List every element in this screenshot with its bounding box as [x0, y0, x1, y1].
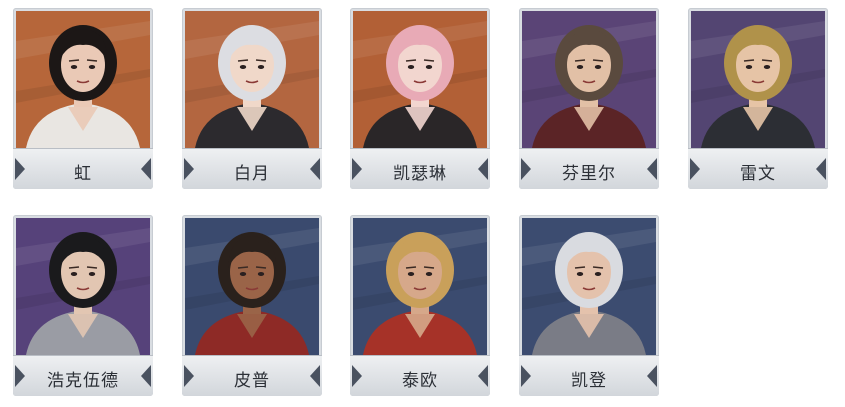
portrait-baiyue	[185, 11, 319, 148]
chevron-right-icon	[310, 158, 320, 180]
character-card-pip[interactable]: 皮普	[182, 215, 322, 396]
character-name: 浩克伍德	[47, 371, 119, 391]
character-name: 雷文	[740, 164, 776, 184]
character-name: 白月	[234, 164, 270, 184]
portrait-catherine	[353, 11, 487, 148]
character-card-teo[interactable]: 泰欧	[350, 215, 490, 396]
chevron-right-icon	[478, 365, 488, 387]
character-name: 芬里尔	[562, 164, 616, 184]
chevron-right-icon	[478, 158, 488, 180]
name-plate: 皮普	[182, 355, 322, 396]
chevron-right-icon	[647, 158, 657, 180]
character-name: 泰欧	[402, 371, 438, 391]
character-card-baiyue[interactable]: 白月	[182, 8, 322, 189]
name-plate: 凯瑟琳	[350, 148, 490, 189]
chevron-right-icon	[141, 365, 151, 387]
character-card-kaden[interactable]: 凯登	[519, 215, 659, 396]
character-name: 虹	[74, 164, 92, 184]
name-plate: 凯登	[519, 355, 659, 396]
portrait-fenrir	[522, 11, 656, 148]
character-name: 皮普	[234, 371, 270, 391]
portrait-teo	[353, 218, 487, 355]
name-plate: 虹	[13, 148, 153, 189]
chevron-right-icon	[310, 365, 320, 387]
character-card-hawkwood[interactable]: 浩克伍德	[13, 215, 153, 396]
name-plate: 浩克伍德	[13, 355, 153, 396]
name-plate: 白月	[182, 148, 322, 189]
character-card-catherine[interactable]: 凯瑟琳	[350, 8, 490, 189]
name-plate: 芬里尔	[519, 148, 659, 189]
character-name: 凯登	[571, 371, 607, 391]
character-card-hong[interactable]: 虹	[13, 8, 153, 189]
portrait-hong	[16, 11, 150, 148]
character-name: 凯瑟琳	[393, 164, 447, 184]
chevron-right-icon	[141, 158, 151, 180]
name-plate: 泰欧	[350, 355, 490, 396]
portrait-raven	[691, 11, 825, 148]
name-plate: 雷文	[688, 148, 828, 189]
portrait-kaden	[522, 218, 656, 355]
chevron-right-icon	[816, 158, 826, 180]
character-card-fenrir[interactable]: 芬里尔	[519, 8, 659, 189]
chevron-right-icon	[647, 365, 657, 387]
portrait-hawkwood	[16, 218, 150, 355]
character-card-raven[interactable]: 雷文	[688, 8, 828, 189]
portrait-pip	[185, 218, 319, 355]
